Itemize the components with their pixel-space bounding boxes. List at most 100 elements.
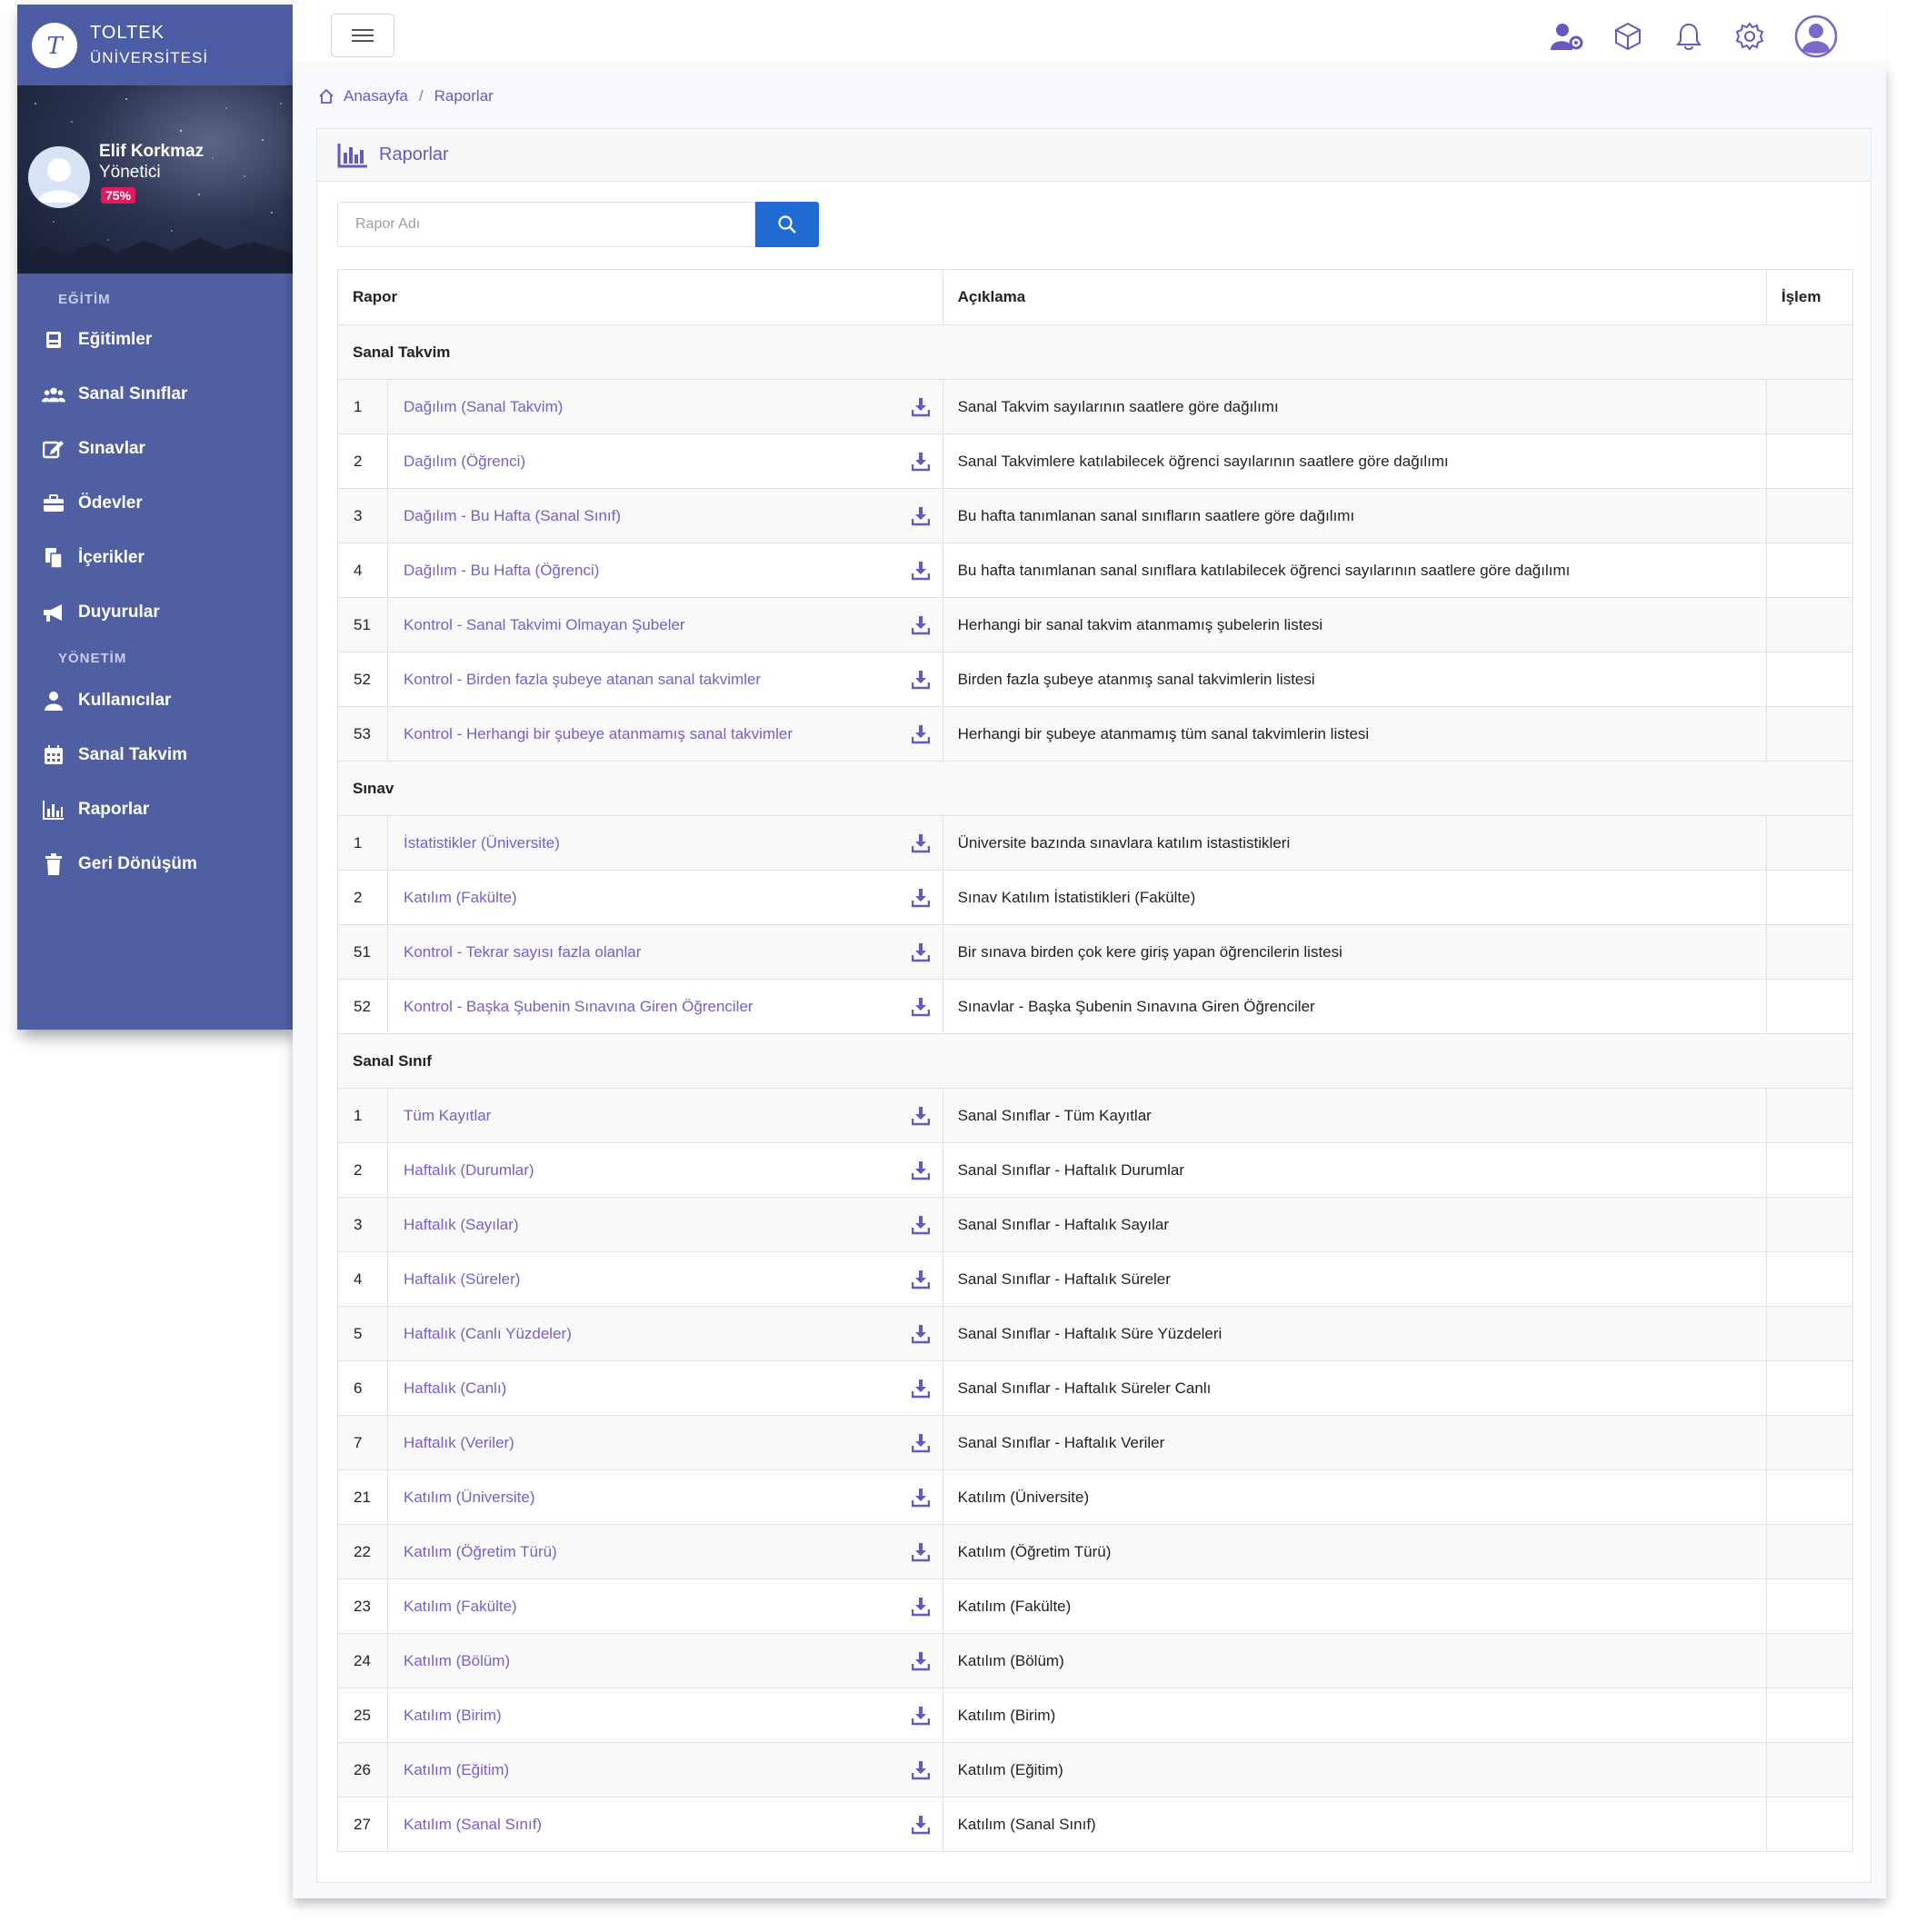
download-icon[interactable]	[911, 1651, 930, 1671]
table-body: Sanal Takvim 1 Dağılım (Sanal Takvim) Sanal…	[337, 324, 1854, 1852]
bell-icon[interactable]	[1671, 19, 1706, 54]
sidebar-item-geri-donusum[interactable]: Geri Dönüşüm	[17, 837, 293, 891]
report-link[interactable]: İstatistikler (Üniversite)	[404, 834, 560, 851]
download-icon[interactable]	[911, 724, 930, 744]
download-icon[interactable]	[911, 888, 930, 908]
report-link[interactable]: Kontrol - Sanal Takvimi Olmayan Şubeler	[404, 616, 685, 633]
sidebar-item-kullanicilar[interactable]: Kullanıcılar	[17, 673, 293, 728]
action-cell	[1765, 1688, 1854, 1743]
action-cell	[1765, 652, 1854, 707]
row-number: 52	[337, 979, 388, 1034]
download-icon[interactable]	[911, 1706, 930, 1726]
user-icon	[42, 689, 65, 712]
download-icon[interactable]	[911, 1815, 930, 1835]
download-icon[interactable]	[911, 1160, 930, 1180]
report-link[interactable]: Haftalık (Durumlar)	[404, 1161, 534, 1179]
download-icon[interactable]	[911, 997, 930, 1017]
report-link[interactable]: Dağılım (Öğrenci)	[404, 453, 525, 470]
report-link[interactable]: Katılım (Birim)	[404, 1707, 502, 1724]
sidebar-item-icerikler[interactable]: İçerikler	[17, 531, 293, 585]
table-row: 2 Katılım (Fakülte) Sınav Katılım İstatist…	[337, 870, 1854, 925]
report-link[interactable]: Haftalık (Veriler)	[404, 1434, 514, 1451]
report-description: Sanal Sınıflar - Tüm Kayıtlar	[942, 1088, 1767, 1143]
report-link[interactable]: Haftalık (Canlı)	[404, 1379, 506, 1397]
sidebar-item-sanal-siniflar[interactable]: Sanal Sınıflar	[17, 367, 293, 422]
report-link[interactable]: Katılım (Bölüm)	[404, 1652, 510, 1669]
action-cell	[1765, 1797, 1854, 1852]
files-icon	[42, 546, 65, 570]
download-icon[interactable]	[911, 397, 930, 417]
report-link[interactable]: Kontrol - Herhangi bir şubeye atanmamış …	[404, 725, 793, 742]
download-icon[interactable]	[911, 1215, 930, 1235]
download-icon[interactable]	[911, 1379, 930, 1399]
download-icon[interactable]	[911, 1542, 930, 1562]
breadcrumb-current[interactable]: Raporlar	[434, 87, 494, 105]
sidebar-item-sanal-takvim[interactable]: Sanal Takvim	[17, 728, 293, 782]
sidebar-item-egitimler[interactable]: Eğitimler	[17, 313, 293, 367]
user-avatar-icon[interactable]	[1792, 13, 1840, 60]
edit-icon	[42, 437, 65, 461]
report-link[interactable]: Haftalık (Canlı Yüzdeler)	[404, 1325, 572, 1342]
download-icon[interactable]	[911, 561, 930, 581]
brand[interactable]: T TOLTEK ÜNİVERSİTESİ	[17, 5, 293, 85]
breadcrumb-home-link[interactable]: Anasayfa	[344, 87, 408, 105]
report-link[interactable]: Dağılım - Bu Hafta (Sanal Sınıf)	[404, 507, 621, 524]
download-icon[interactable]	[911, 1597, 930, 1617]
report-link[interactable]: Haftalık (Süreler)	[404, 1270, 520, 1288]
row-number: 21	[337, 1469, 388, 1525]
download-icon[interactable]	[911, 1488, 930, 1508]
menu-toggle-button[interactable]	[331, 14, 394, 57]
report-link[interactable]: Katılım (Öğretim Türü)	[404, 1543, 557, 1560]
users-icon	[42, 383, 65, 406]
download-icon[interactable]	[911, 1324, 930, 1344]
sidebar-item-raporlar[interactable]: Raporlar	[17, 782, 293, 837]
report-link[interactable]: Kontrol - Başka Şubenin Sınavına Giren Ö…	[404, 998, 753, 1015]
report-cell: Dağılım - Bu Hafta (Sanal Sınıf)	[386, 488, 943, 543]
sidebar-item-odevler[interactable]: Ödevler	[17, 476, 293, 531]
download-icon[interactable]	[911, 670, 930, 690]
avatar[interactable]	[28, 146, 90, 208]
row-number: 2	[337, 1142, 388, 1198]
table-row: 27 Katılım (Sanal Sınıf) Katılım (Sanal Sı…	[337, 1797, 1854, 1852]
table-row: 26 Katılım (Eğitim) Katılım (Eğitim)	[337, 1742, 1854, 1798]
action-cell	[1765, 1524, 1854, 1579]
report-description: Katılım (Öğretim Türü)	[942, 1524, 1767, 1579]
report-link[interactable]: Kontrol - Tekrar sayısı fazla olanlar	[404, 943, 641, 961]
download-icon[interactable]	[911, 615, 930, 635]
report-link[interactable]: Kontrol - Birden fazla şubeye atanan san…	[404, 671, 761, 688]
report-link[interactable]: Dağılım - Bu Hafta (Öğrenci)	[404, 562, 599, 579]
table-row: 21 Katılım (Üniversite) Katılım (Üniversit…	[337, 1469, 1854, 1525]
table-group-row: Sınav	[337, 761, 1853, 816]
report-link[interactable]: Katılım (Fakülte)	[404, 1598, 517, 1615]
download-icon[interactable]	[911, 942, 930, 962]
download-icon[interactable]	[911, 1270, 930, 1290]
report-link[interactable]: Katılım (Eğitim)	[404, 1761, 509, 1778]
hamburger-icon	[352, 29, 374, 42]
sidebar-item-sinavlar[interactable]: Sınavlar	[17, 422, 293, 476]
table-row: 1 İstatistikler (Üniversite) Üniversite ba…	[337, 815, 1854, 871]
report-cell: Haftalık (Veriler)	[386, 1415, 943, 1470]
report-link[interactable]: Tüm Kayıtlar	[404, 1107, 491, 1124]
report-cell: Katılım (Bölüm)	[386, 1633, 943, 1688]
report-link[interactable]: Katılım (Fakülte)	[404, 889, 517, 906]
action-cell	[1765, 1251, 1854, 1307]
search-button[interactable]	[755, 202, 819, 247]
sidebar-item-duyurular[interactable]: Duyurular	[17, 585, 293, 640]
action-cell	[1765, 1142, 1854, 1198]
download-icon[interactable]	[911, 506, 930, 526]
search-input[interactable]	[337, 202, 755, 247]
download-icon[interactable]	[911, 1106, 930, 1126]
report-description: Sanal Takvim sayılarının saatlere göre d…	[942, 379, 1767, 434]
report-link[interactable]: Katılım (Üniversite)	[404, 1489, 535, 1506]
download-icon[interactable]	[911, 833, 930, 853]
download-icon[interactable]	[911, 452, 930, 472]
report-link[interactable]: Haftalık (Sayılar)	[404, 1216, 519, 1233]
gear-icon[interactable]	[1732, 19, 1767, 54]
download-icon[interactable]	[911, 1433, 930, 1453]
report-link[interactable]: Dağılım (Sanal Takvim)	[404, 398, 563, 415]
report-link[interactable]: Katılım (Sanal Sınıf)	[404, 1816, 542, 1833]
user-settings-icon[interactable]	[1550, 19, 1584, 54]
home-icon[interactable]	[318, 88, 334, 105]
cube-icon[interactable]	[1611, 19, 1645, 54]
download-icon[interactable]	[911, 1760, 930, 1780]
